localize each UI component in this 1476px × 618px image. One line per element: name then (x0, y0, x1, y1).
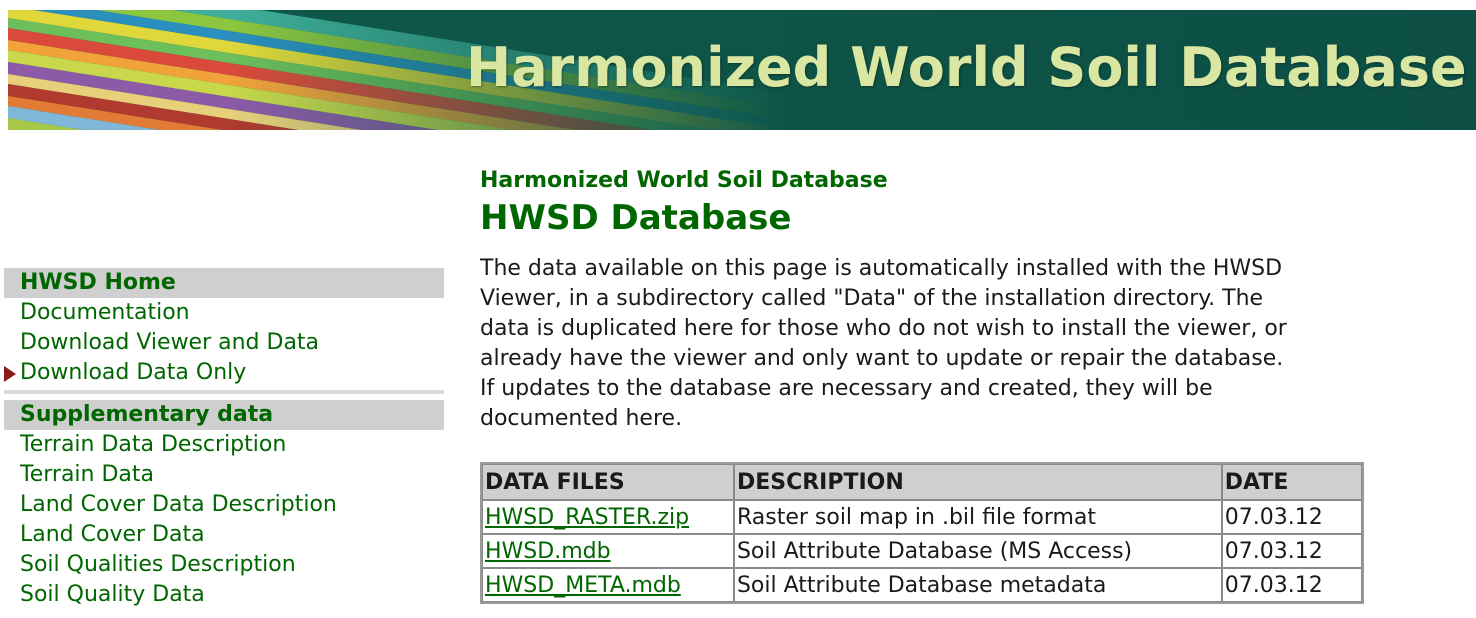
date-cell: 07.03.12 (1221, 568, 1362, 602)
description-cell: Soil Attribute Database (MS Access) (733, 534, 1222, 568)
file-cell: HWSD.mdb (482, 534, 734, 568)
intro-line: already have the viewer and only want to… (480, 346, 1284, 371)
sidebar-item-soil-qualities-description[interactable]: Soil Qualities Description (4, 550, 444, 580)
sidebar-item-land-cover-data-description[interactable]: Land Cover Data Description (4, 490, 444, 520)
sidebar-nav: HWSD Home Documentation Download Viewer … (4, 268, 444, 610)
sidebar-divider (4, 390, 444, 394)
file-link-hwsd-raster-zip[interactable]: HWSD_RASTER.zip (485, 505, 689, 530)
intro-line: documented here. (480, 406, 683, 431)
banner: Harmonized World Soil Database (8, 10, 1476, 130)
sidebar-item-soil-quality-data[interactable]: Soil Quality Data (4, 580, 444, 610)
table-row: HWSD.mdb Soil Attribute Database (MS Acc… (482, 534, 1362, 568)
date-cell: 07.03.12 (1221, 534, 1362, 568)
intro-line: The data available on this page is autom… (480, 256, 1283, 281)
table-row: HWSD_META.mdb Soil Attribute Database me… (482, 568, 1362, 602)
page-subtitle: Harmonized World Soil Database (480, 168, 888, 193)
table-header-row: DATA FILES DESCRIPTION DATE (482, 464, 1362, 500)
file-cell: HWSD_RASTER.zip (482, 500, 734, 534)
data-files-table: DATA FILES DESCRIPTION DATE HWSD_RASTER.… (480, 462, 1364, 604)
sidebar-item-download-viewer-and-data[interactable]: Download Viewer and Data (4, 328, 444, 358)
intro-line: data is duplicated here for those who do… (480, 316, 1287, 341)
column-header-description: DESCRIPTION (733, 464, 1222, 500)
intro-line: If updates to the database are necessary… (480, 376, 1213, 401)
file-cell: HWSD_META.mdb (482, 568, 734, 602)
page-title: HWSD Database (480, 198, 792, 238)
sidebar-item-download-data-only[interactable]: Download Data Only (4, 358, 444, 388)
current-page-arrow-icon (4, 366, 16, 382)
sidebar-item-label: Download Data Only (20, 360, 247, 385)
main-content: Harmonized World Soil Database HWSD Data… (480, 166, 1380, 604)
column-header-date: DATE (1221, 464, 1362, 500)
intro-paragraph: The data available on this page is autom… (480, 254, 1370, 434)
date-cell: 07.03.12 (1221, 500, 1362, 534)
sidebar-heading-hwsd-home[interactable]: HWSD Home (4, 268, 444, 298)
sidebar-heading-supplementary-data: Supplementary data (4, 400, 444, 430)
description-cell: Soil Attribute Database metadata (733, 568, 1222, 602)
banner-title: Harmonized World Soil Database (466, 36, 1467, 99)
intro-line: Viewer, in a subdirectory called "Data" … (480, 286, 1264, 311)
sidebar-item-terrain-data[interactable]: Terrain Data (4, 460, 444, 490)
description-cell: Raster soil map in .bil file format (733, 500, 1222, 534)
file-link-hwsd-mdb[interactable]: HWSD.mdb (485, 539, 611, 564)
sidebar-item-land-cover-data[interactable]: Land Cover Data (4, 520, 444, 550)
column-header-data-files: DATA FILES (482, 464, 734, 500)
sidebar-item-terrain-data-description[interactable]: Terrain Data Description (4, 430, 444, 460)
table-row: HWSD_RASTER.zip Raster soil map in .bil … (482, 500, 1362, 534)
file-link-hwsd-meta-mdb[interactable]: HWSD_META.mdb (485, 573, 681, 598)
page: Harmonized World Soil Database HWSD Home… (0, 0, 1476, 618)
sidebar-item-documentation[interactable]: Documentation (4, 298, 444, 328)
